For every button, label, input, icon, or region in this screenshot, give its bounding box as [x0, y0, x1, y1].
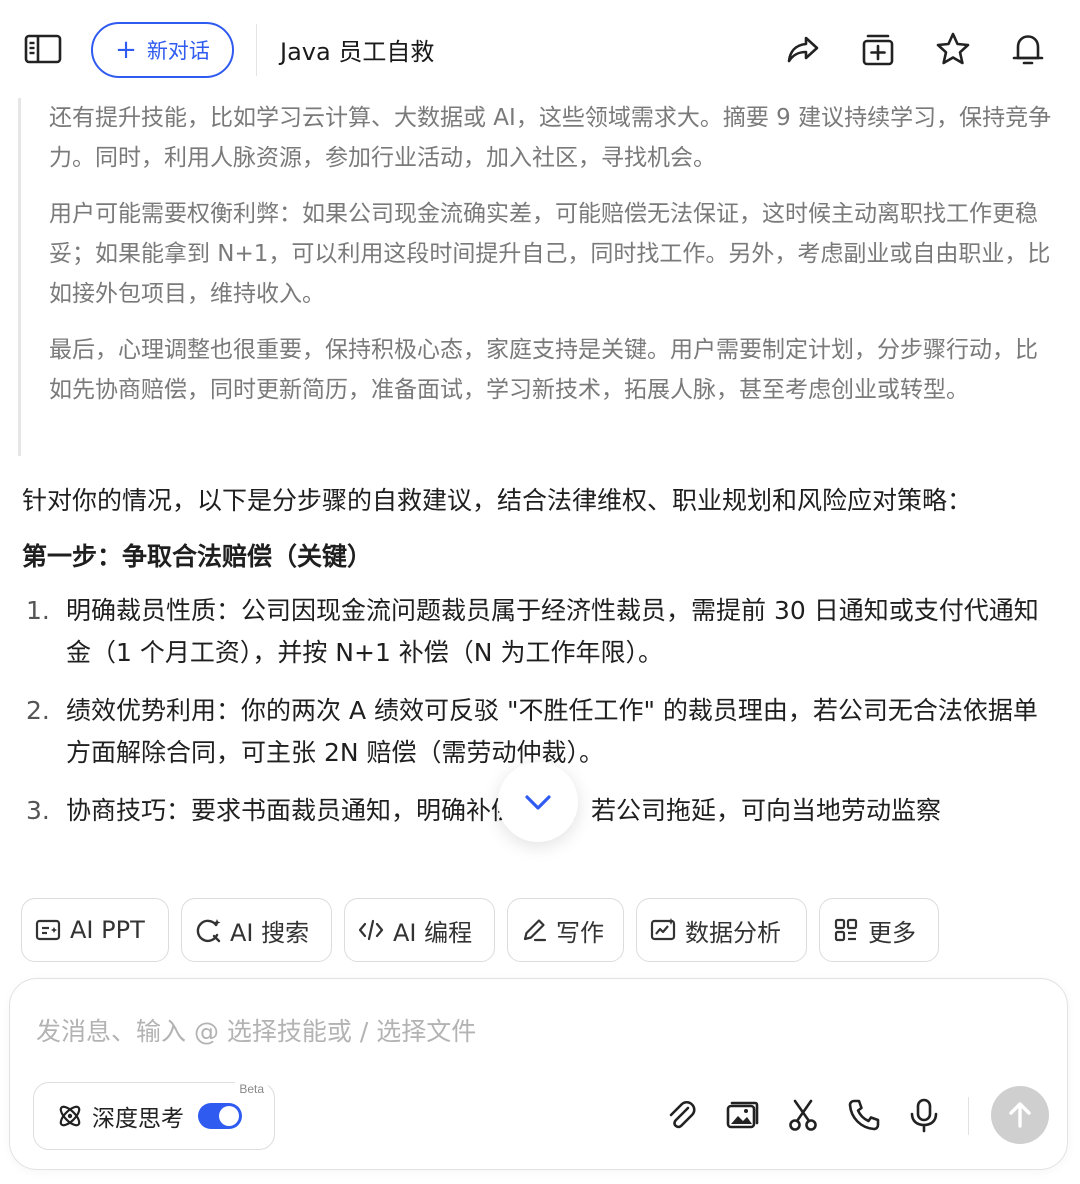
send-button[interactable]: [991, 1086, 1049, 1144]
bell-icon[interactable]: [1009, 30, 1047, 68]
deep-think-label: 深度思考: [92, 1106, 184, 1132]
deep-think-switch[interactable]: [198, 1103, 242, 1129]
new-chat-button[interactable]: + 新对话: [91, 22, 234, 78]
skill-chip-writing[interactable]: 写作: [507, 898, 624, 962]
top-bar: + 新对话 Java 员工自救: [0, 0, 1080, 98]
message-composer: Beta 深度思考: [9, 978, 1068, 1170]
arrow-up-icon: [1009, 1102, 1031, 1128]
skill-chips: AI PPT AI 搜索 AI 编程 写作 数据分析 更多: [0, 898, 1080, 962]
sidebar-toggle-icon[interactable]: [24, 34, 62, 64]
step-heading: 第一步：争取合法赔偿（关键）: [22, 542, 373, 571]
answer-lead: 针对你的情况，以下是分步骤的自救建议，结合法律维权、职业规划和风险应对策略：: [22, 486, 973, 515]
beta-badge: Beta: [235, 1082, 268, 1096]
list-text: 绩效优势利用：你的两次 A 绩效可反驳 "不胜任工作" 的裁员理由，若公司无合法…: [66, 696, 1038, 767]
reasoning-block: 还有提升技能，比如学习云计算、大数据或 AI，这些领域需求大。摘要 9 建议持续…: [18, 98, 1058, 456]
share-icon[interactable]: [784, 30, 822, 68]
attachment-icon[interactable]: [663, 1097, 699, 1133]
skill-chip-data-analysis[interactable]: 数据分析: [636, 898, 807, 962]
reasoning-paragraph: 用户可能需要权衡利弊：如果公司现金流确实差，可能赔偿无法保证，这时候主动离职找工…: [49, 201, 1051, 307]
skill-chip-label: AI 编程: [393, 918, 473, 947]
scissors-icon[interactable]: [785, 1097, 821, 1133]
scroll-to-bottom-button[interactable]: [498, 762, 578, 842]
reasoning-paragraph: 还有提升技能，比如学习云计算、大数据或 AI，这些领域需求大。摘要 9 建议持续…: [49, 105, 1052, 171]
skill-chip-label: AI PPT: [70, 916, 145, 944]
pen-icon: [523, 919, 547, 942]
skill-chip-label: 数据分析: [685, 918, 781, 947]
conversation-title: Java 员工自救: [280, 38, 435, 66]
atom-icon: [59, 1105, 81, 1127]
list-item: 1. 明确裁员性质：公司因现金流问题裁员属于经济性裁员，需提前 30 日通知或支…: [22, 590, 1058, 674]
plus-icon: +: [115, 35, 137, 65]
star-icon[interactable]: [934, 30, 972, 68]
ppt-icon: [35, 919, 61, 941]
header-divider: [256, 24, 257, 76]
skill-chip-label: 更多: [868, 918, 916, 947]
skill-chip-ai-search[interactable]: AI 搜索: [181, 898, 332, 962]
ai-search-icon: [196, 919, 221, 943]
add-to-collection-icon[interactable]: [859, 30, 897, 68]
toolbar-divider: [968, 1097, 969, 1135]
list-text: 明确裁员性质：公司因现金流问题裁员属于经济性裁员，需提前 30 日通知或支付代通…: [66, 596, 1039, 667]
message-input[interactable]: [36, 1011, 1016, 1051]
chart-icon: [650, 918, 676, 941]
image-icon[interactable]: [724, 1097, 760, 1133]
chevron-down-icon: [525, 795, 551, 810]
phone-icon[interactable]: [846, 1097, 882, 1133]
skill-chip-label: 写作: [556, 918, 604, 947]
list-number: 1.: [26, 596, 50, 625]
content-fade: [0, 860, 1080, 890]
skill-chip-label: AI 搜索: [230, 918, 310, 947]
grid-icon: [834, 918, 858, 942]
microphone-icon[interactable]: [906, 1097, 942, 1133]
new-chat-label: 新对话: [146, 39, 210, 63]
reasoning-paragraph: 最后，心理调整也很重要，保持积极心态，家庭支持是关键。用户需要制定计划，分步骤行…: [49, 337, 1038, 403]
skill-chip-ai-ppt[interactable]: AI PPT: [21, 898, 169, 962]
code-icon: [358, 919, 384, 941]
skill-chip-ai-coding[interactable]: AI 编程: [344, 898, 495, 962]
skill-chip-more[interactable]: 更多: [819, 898, 939, 962]
deep-think-toggle-button[interactable]: Beta 深度思考: [33, 1082, 275, 1150]
list-number: 2.: [26, 696, 50, 725]
list-number: 3.: [26, 796, 50, 825]
